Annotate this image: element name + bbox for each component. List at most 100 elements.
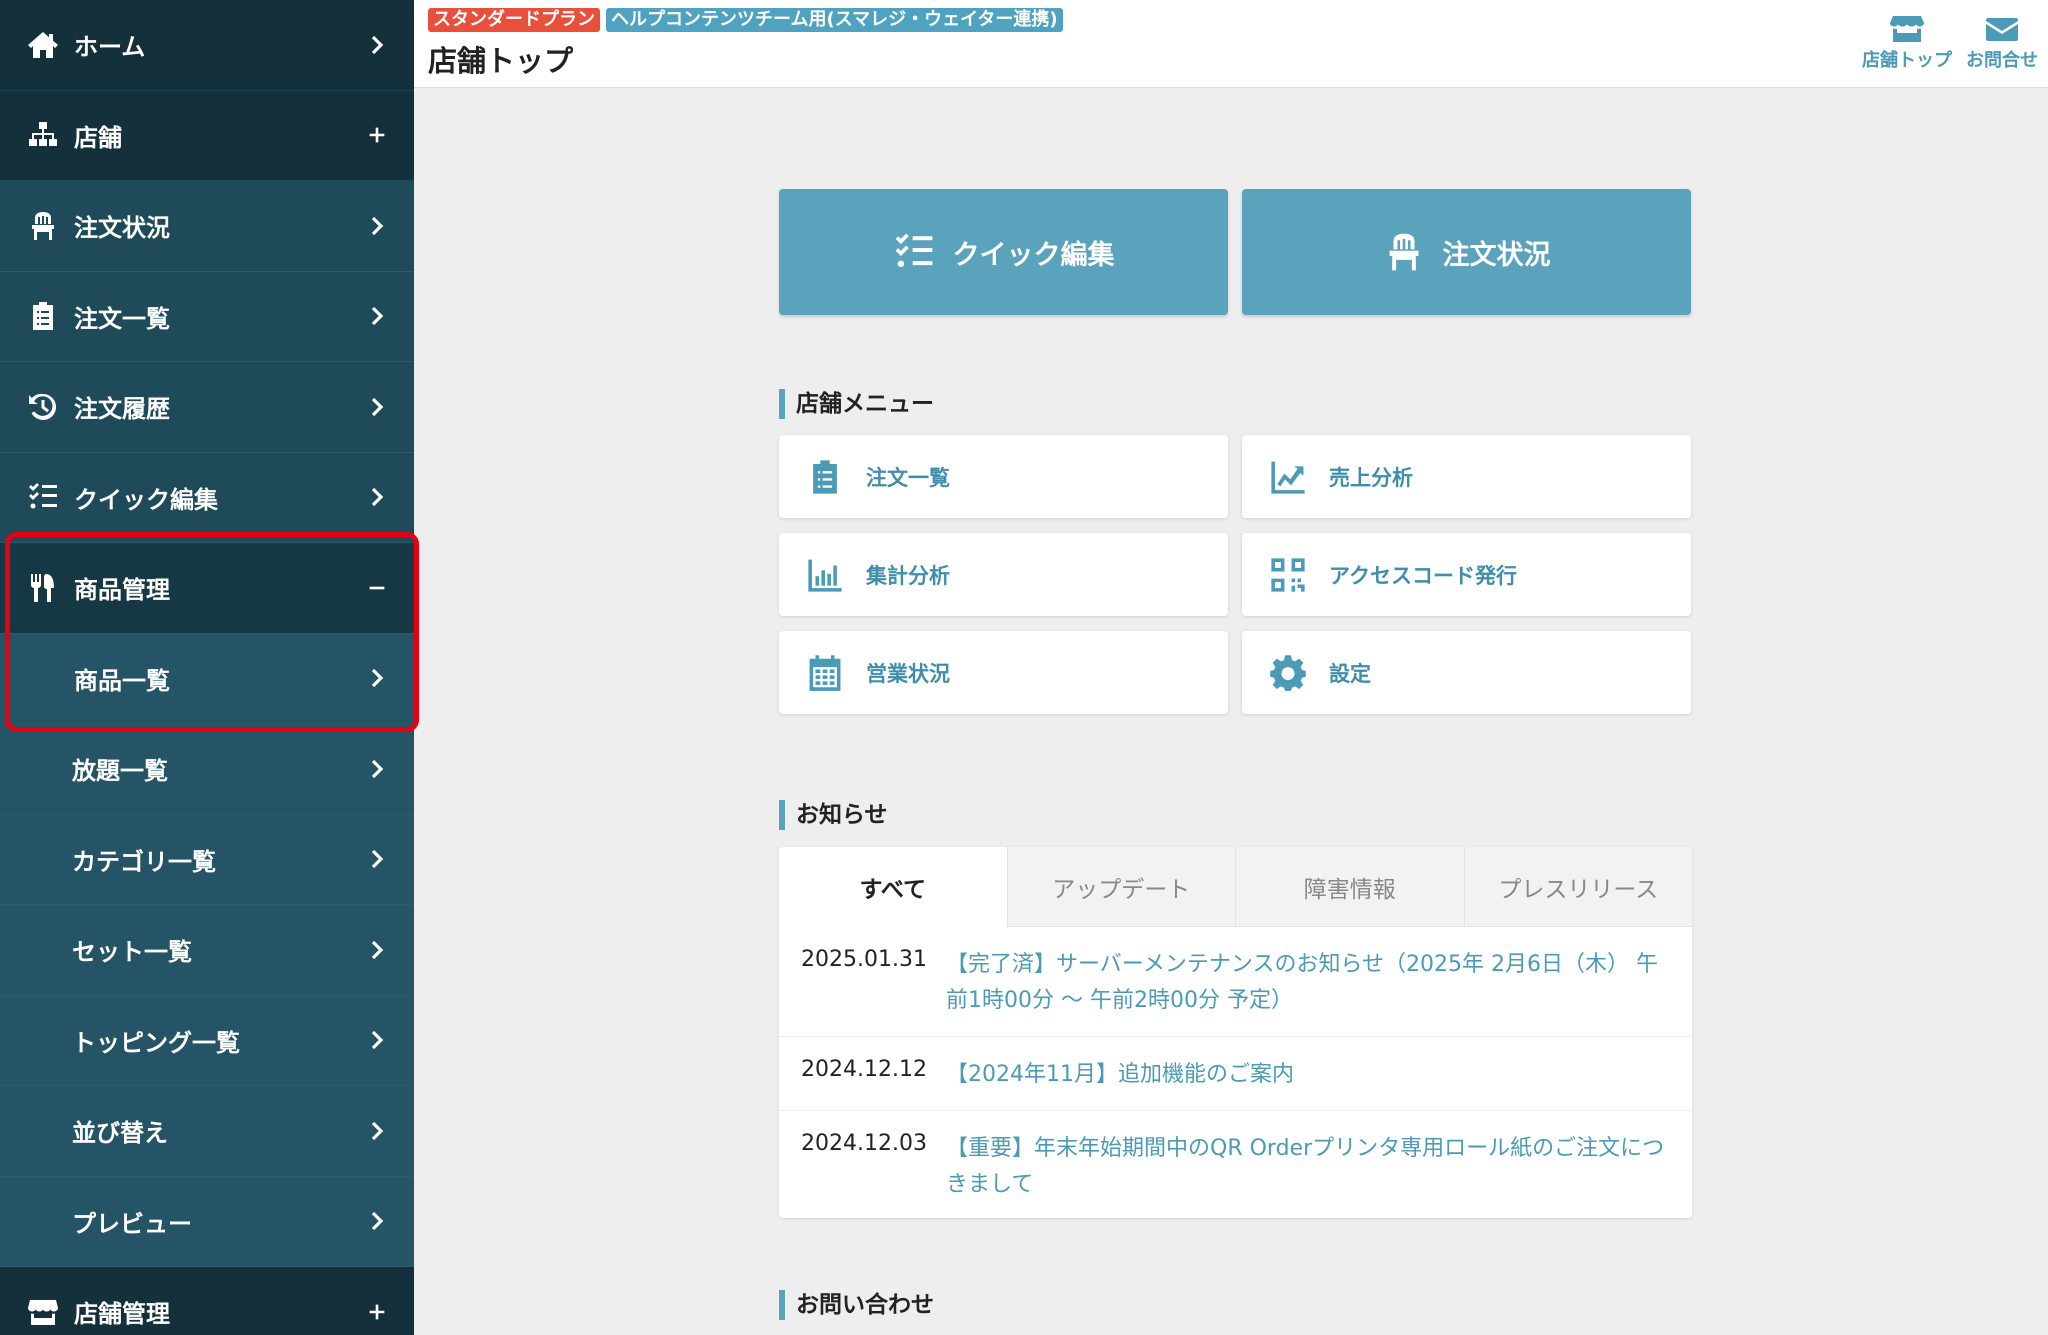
sidebar-item-preview[interactable]: プレビュー [0,1176,414,1267]
quick-edit-label: クイック編集 [952,239,1115,271]
contact-title: お問い合わせ [779,1290,934,1320]
sidebar-item-label: 注文状況 [74,214,170,243]
news-tabs: すべて アップデート 障害情報 プレスリリース [779,847,1692,927]
sidebar-item-label: 注文一覧 [74,304,170,333]
store-top-link[interactable]: 店舗トップ [1862,14,1952,72]
menu-settings[interactable]: 設定 [1242,631,1691,714]
news-item: 2025.01.31 【完了済】サーバーメンテナンスのお知らせ（2025年 2月… [779,927,1692,1037]
clipboard-icon [805,457,845,497]
home-icon [26,28,60,62]
plus-icon [366,124,388,146]
utensils-icon [26,571,60,605]
chevron-right-icon [366,667,388,689]
chevron-right-icon [366,848,388,870]
page-title: 店舗トップ [428,44,574,78]
sidebar-item-label: 放題一覧 [72,757,168,786]
tab-outages[interactable]: 障害情報 [1235,847,1464,927]
news-item: 2024.12.03 【重要】年末年始期間中のQR Orderプリンタ専用ロール… [779,1111,1692,1218]
menu-label: 集計分析 [866,563,950,588]
order-status-button[interactable]: 注文状況 [1242,189,1691,315]
sidebar: ホーム 店舗 注文状況 注文一覧 注文履歴 クイック編集 商品管理 商品一覧 放… [0,0,414,1335]
menu-sales-analysis[interactable]: 売上分析 [1242,435,1691,518]
chevron-right-icon [366,396,388,418]
sidebar-item-product-management[interactable]: 商品管理 [0,543,414,634]
sidebar-item-store[interactable]: 店舗 [0,90,414,181]
sidebar-item-all-you-can-list[interactable]: 放題一覧 [0,724,414,815]
chevron-right-icon [366,939,388,961]
sidebar-item-label: 注文履歴 [74,395,170,424]
gear-icon [1268,653,1308,693]
news-item: 2024.12.12 【2024年11月】追加機能のご案内 [779,1037,1692,1111]
menu-business-status[interactable]: 営業状況 [779,631,1228,714]
tab-updates[interactable]: アップデート [1006,847,1235,927]
sidebar-item-label: ホーム [74,33,146,62]
envelope-icon [1986,18,2018,41]
sidebar-item-label: トッピング一覧 [72,1028,240,1057]
sidebar-item-order-status[interactable]: 注文状況 [0,181,414,272]
menu-label: アクセスコード発行 [1329,563,1517,588]
contact-link[interactable]: お問合せ [1966,14,2038,72]
clipboard-icon [26,299,60,333]
badges: スタンダードプラン ヘルプコンテンツチーム用(スマレジ・ウェイター連携) [428,8,1063,32]
store-badge: ヘルプコンテンツチーム用(スマレジ・ウェイター連携) [606,8,1063,32]
news-link[interactable]: 【完了済】サーバーメンテナンスのお知らせ（2025年 2月6日（木） 午前1時0… [946,947,1676,1019]
sidebar-item-label: カテゴリ一覧 [72,847,216,876]
chevron-right-icon [366,758,388,780]
tab-press[interactable]: プレスリリース [1463,847,1692,927]
chart-line-icon [1268,457,1308,497]
sidebar-item-product-list[interactable]: 商品一覧 [0,633,414,724]
news-panel: すべて アップデート 障害情報 プレスリリース 2025.01.31 【完了済】… [779,847,1692,1218]
sidebar-item-order-history[interactable]: 注文履歴 [0,362,414,453]
store-menu-title: 店舗メニュー [779,389,934,419]
news-link[interactable]: 【重要】年末年始期間中のQR Orderプリンタ専用ロール紙のご注文につきまして [946,1131,1676,1203]
menu-label: 営業状況 [866,661,950,686]
history-icon [26,390,60,424]
menu-aggregate-analysis[interactable]: 集計分析 [779,533,1228,616]
sidebar-item-label: プレビュー [72,1209,192,1238]
checklist-icon [26,480,60,514]
order-status-label: 注文状況 [1442,239,1551,271]
sidebar-item-label: 商品一覧 [74,666,170,695]
sidebar-item-label: 店舗 [74,123,122,152]
sidebar-item-order-list[interactable]: 注文一覧 [0,271,414,362]
quick-edit-button[interactable]: クイック編集 [779,189,1228,315]
sidebar-item-set-list[interactable]: セット一覧 [0,905,414,996]
chevron-right-icon [366,34,388,56]
menu-access-code[interactable]: アクセスコード発行 [1242,533,1691,616]
chevron-right-icon [366,486,388,508]
sidebar-item-category-list[interactable]: カテゴリ一覧 [0,814,414,905]
top-header: スタンダードプラン ヘルプコンテンツチーム用(スマレジ・ウェイター連携) 店舗ト… [414,0,2048,88]
chair-icon [1389,233,1418,271]
calendar-icon [805,653,845,693]
sidebar-item-home[interactable]: ホーム [0,0,414,91]
chart-bar-icon [805,555,845,595]
sitemap-icon [26,118,60,152]
menu-label: 売上分析 [1329,465,1413,490]
minus-icon [366,577,388,599]
news-date: 2025.01.31 [801,947,927,972]
sidebar-item-label: 商品管理 [74,576,170,605]
sidebar-item-label: クイック編集 [74,485,218,514]
chair-icon [26,209,60,243]
chevron-right-icon [366,1029,388,1051]
sidebar-item-label: 店舗管理 [74,1300,170,1329]
news-title: お知らせ [779,800,888,830]
checklist-icon [895,233,932,268]
sidebar-item-quick-edit[interactable]: クイック編集 [0,452,414,543]
menu-order-list[interactable]: 注文一覧 [779,435,1228,518]
plan-badge: スタンダードプラン [428,8,600,32]
sidebar-item-store-management[interactable]: 店舗管理 [0,1267,414,1335]
sidebar-item-label: セット一覧 [72,938,192,967]
sidebar-item-label: 並び替え [72,1119,168,1148]
news-link[interactable]: 【2024年11月】追加機能のご案内 [946,1057,1676,1093]
tab-all[interactable]: すべて [779,847,1007,927]
sidebar-item-sort[interactable]: 並び替え [0,1086,414,1177]
news-date: 2024.12.03 [801,1131,927,1156]
sidebar-item-topping-list[interactable]: トッピング一覧 [0,995,414,1086]
store-icon [1890,16,1924,42]
qrcode-icon [1268,555,1308,595]
menu-label: 注文一覧 [866,465,950,490]
chevron-right-icon [366,1120,388,1142]
store-top-label: 店舗トップ [1862,50,1952,71]
menu-label: 設定 [1329,661,1371,686]
